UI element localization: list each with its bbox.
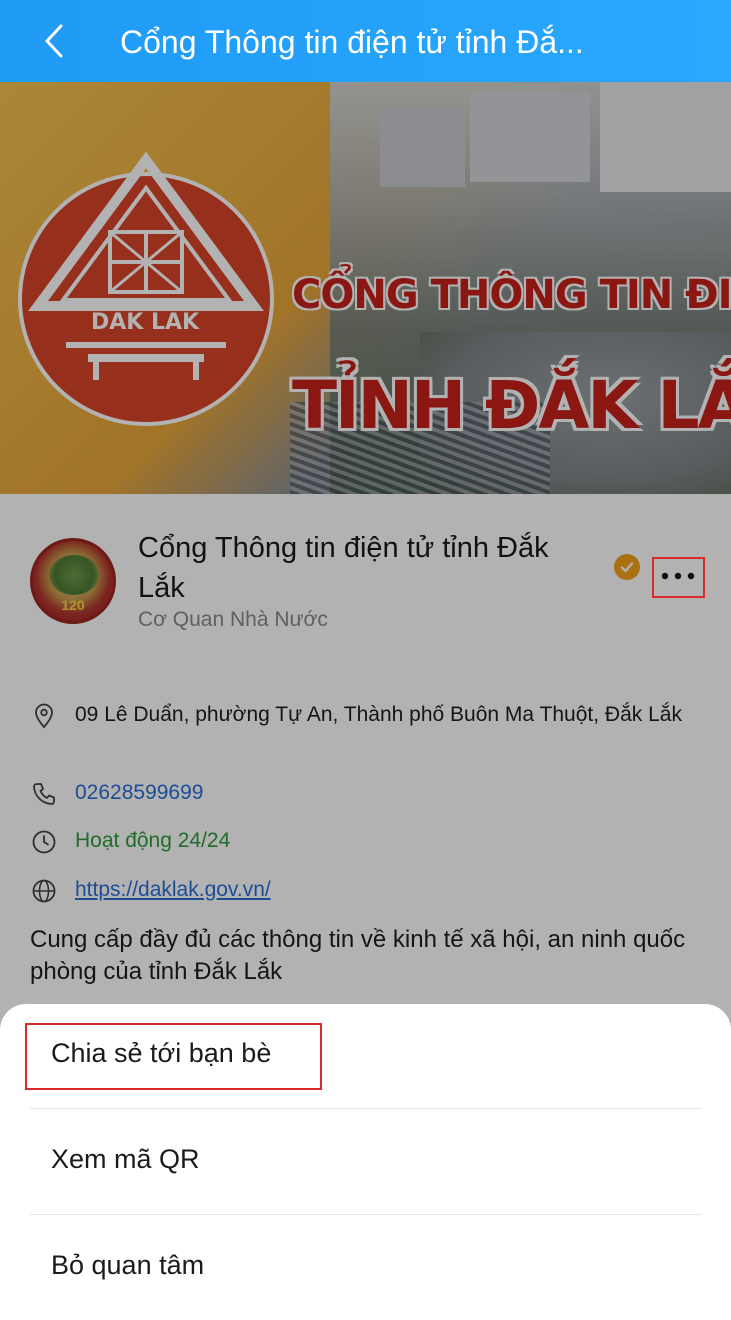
view-qr-code-label: Xem mã QR <box>51 1144 200 1174</box>
page: Cổng Thông tin điện tử tỉnh Đắ... DAK LA… <box>0 0 731 1300</box>
unfollow-option[interactable]: Bỏ quan tâm <box>30 1216 702 1320</box>
highlight-box-share <box>25 1023 322 1090</box>
divider <box>30 1214 702 1215</box>
view-qr-code-option[interactable]: Xem mã QR <box>30 1110 702 1214</box>
highlight-box-more <box>652 557 705 598</box>
back-button[interactable] <box>34 18 74 64</box>
unfollow-label: Bỏ quan tâm <box>51 1250 205 1280</box>
chevron-left-icon <box>45 24 63 58</box>
top-bar: Cổng Thông tin điện tử tỉnh Đắ... <box>0 0 731 82</box>
divider <box>30 1108 702 1109</box>
page-title: Cổng Thông tin điện tử tỉnh Đắ... <box>120 24 584 60</box>
